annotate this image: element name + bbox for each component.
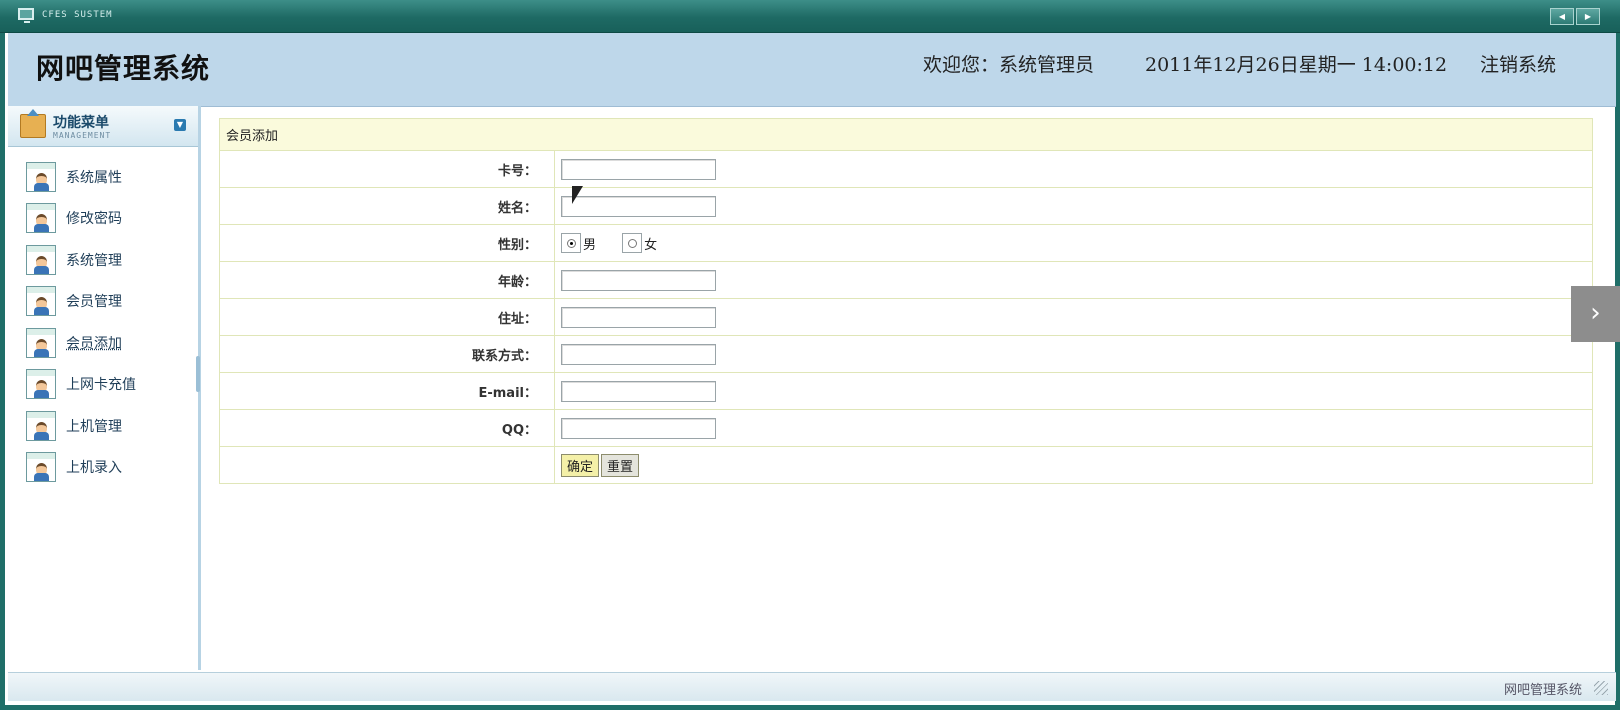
contact-input[interactable] (561, 343, 716, 365)
footer-text: 网吧管理系统 (1503, 683, 1582, 698)
form-row-contact: 联系方式： (219, 335, 1593, 373)
window-title: CFES SUSTEM (42, 10, 113, 20)
gender-female-option[interactable]: 女 (622, 233, 657, 253)
sidebar-item-label: 会员添加 (66, 336, 122, 352)
contact-label: 联系方式： (219, 335, 555, 373)
user-card-icon (26, 369, 56, 399)
chevron-right-icon[interactable]: › (1571, 286, 1620, 342)
status-bar: 网吧管理系统 (8, 672, 1616, 701)
form-row-qq: QQ： (219, 409, 1593, 447)
sidebar-item-session-entry[interactable]: 上机录入 (26, 450, 122, 484)
card-number-input[interactable] (561, 158, 716, 180)
sidebar-item-label: 上网卡充值 (66, 377, 136, 393)
resize-grip-icon[interactable] (1594, 681, 1608, 695)
radio-selected-icon (566, 238, 576, 248)
mouse-cursor-icon (572, 186, 583, 204)
sidebar-item-label: 会员管理 (66, 294, 122, 310)
sidebar-item-member-management[interactable]: 会员管理 (26, 284, 122, 318)
sidebar-item-add-member[interactable]: 会员添加 (26, 326, 122, 360)
sidebar-item-label: 系统管理 (66, 253, 122, 269)
form-row-actions: 确定 重置 (219, 446, 1593, 484)
actions-spacer (219, 446, 555, 484)
content-panel: 会员添加 卡号： 姓名： 性别： 男 女 年龄： 住址： 联系方式： E-mai… (219, 118, 1593, 484)
user-card-icon (26, 411, 56, 441)
datetime-text: 2011年12月26日星期一 14:00:12 (1145, 54, 1448, 76)
form-row-name: 姓名： (219, 187, 1593, 225)
form-row-age: 年龄： (219, 261, 1593, 299)
menu-title: 功能菜单 (53, 115, 109, 131)
forward-button[interactable]: ▶ (1576, 8, 1600, 25)
form-caption: 会员添加 (219, 118, 1593, 151)
name-label: 姓名： (219, 187, 555, 225)
form-row-email: E-mail： (219, 372, 1593, 410)
user-card-icon (26, 452, 56, 482)
user-card-icon (26, 328, 56, 358)
title-bar: CFES SUSTEM ◀ ▶ (0, 0, 1620, 33)
menu-header: 功能菜单 MANAGEMENT ▼ (8, 106, 198, 147)
sidebar-item-change-password[interactable]: 修改密码 (26, 201, 122, 235)
sidebar-item-system-properties[interactable]: 系统属性 (26, 160, 122, 194)
form-row-gender: 性别： 男 女 (219, 224, 1593, 262)
address-input[interactable] (561, 306, 716, 328)
card-label: 卡号： (219, 150, 555, 188)
user-card-icon (26, 162, 56, 192)
sidebar-item-card-recharge[interactable]: 上网卡充值 (26, 367, 136, 401)
email-input[interactable] (561, 380, 716, 402)
reset-button[interactable]: 重置 (601, 453, 640, 477)
name-input[interactable] (561, 195, 716, 217)
sidebar-item-label: 上机录入 (66, 460, 122, 476)
sidebar-splitter-handle[interactable] (196, 356, 200, 392)
gender-label: 性别： (219, 224, 555, 262)
menu-subtitle: MANAGEMENT (53, 131, 112, 140)
gender-male-option[interactable]: 男 (561, 233, 596, 253)
system-title: 网吧管理系统 (36, 52, 211, 85)
welcome-text: 欢迎您：系统管理员 (923, 54, 1095, 76)
sidebar-item-label: 上机管理 (66, 419, 122, 435)
collapse-icon[interactable]: ▼ (174, 119, 186, 131)
page-header: 网吧管理系统 欢迎您：系统管理员 2011年12月26日星期一 14:00:12… (8, 33, 1616, 107)
confirm-button[interactable]: 确定 (561, 453, 600, 477)
radio-unselected-icon (627, 238, 637, 248)
form-row-address: 住址： (219, 298, 1593, 336)
user-card-icon (26, 286, 56, 316)
female-label: 女 (644, 237, 658, 253)
address-label: 住址： (219, 298, 555, 336)
sidebar-item-label: 系统属性 (66, 170, 122, 186)
sidebar-item-session-management[interactable]: 上机管理 (26, 409, 122, 443)
menu-upload-icon (20, 109, 46, 138)
male-radio[interactable] (561, 233, 581, 253)
email-label: E-mail： (219, 372, 555, 410)
qq-input[interactable] (561, 417, 716, 439)
window-nav: ◀ ▶ (1550, 8, 1600, 25)
member-form: 会员添加 卡号： 姓名： 性别： 男 女 年龄： 住址： 联系方式： E-mai… (219, 118, 1593, 484)
sidebar-item-system-management[interactable]: 系统管理 (26, 243, 122, 277)
back-button[interactable]: ◀ (1550, 8, 1574, 25)
logout-link[interactable]: 注销系统 (1480, 50, 1556, 77)
male-label: 男 (583, 237, 597, 253)
age-input[interactable] (561, 269, 716, 291)
female-radio[interactable] (622, 233, 643, 253)
sidebar-item-label: 修改密码 (66, 211, 122, 227)
monitor-icon (18, 8, 34, 23)
form-row-card: 卡号： (219, 150, 1593, 188)
age-label: 年龄： (219, 261, 555, 299)
user-card-icon (26, 203, 56, 233)
qq-label: QQ： (219, 409, 555, 447)
user-card-icon (26, 245, 56, 275)
